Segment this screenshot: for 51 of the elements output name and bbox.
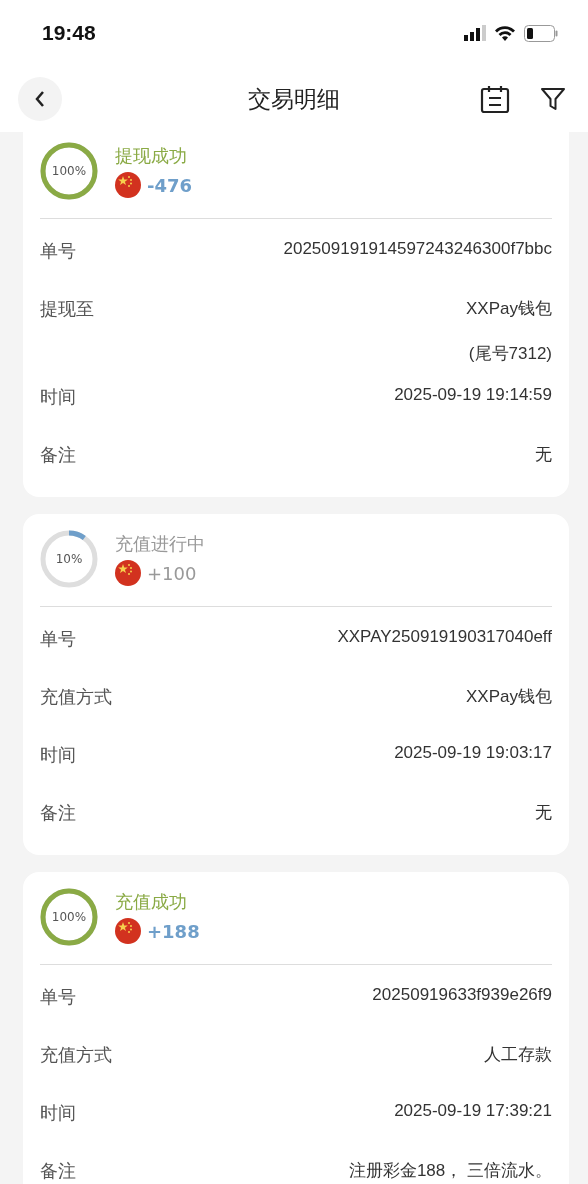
field-label: 时间 — [40, 385, 76, 409]
field-label: 单号 — [40, 627, 76, 651]
progress-ring — [40, 142, 98, 200]
transaction-status: 充值进行中 — [115, 532, 205, 556]
progress-percent: 100% — [51, 164, 87, 178]
filter-icon — [540, 86, 566, 112]
page-title: 交易明细 — [248, 84, 340, 114]
wifi-icon — [494, 25, 516, 41]
field-value: (尾号7312) — [468, 343, 552, 365]
field-value: 2025-09-19 19:14:59 — [394, 385, 552, 405]
filter-button[interactable] — [540, 86, 566, 112]
field-label: 充值方式 — [40, 685, 112, 709]
field-label: 备注 — [40, 1159, 76, 1183]
calendar-icon — [480, 84, 510, 114]
field-value: 注册彩金188， 三倍流水。 — [348, 1160, 552, 1182]
field-value: 无 — [535, 802, 552, 824]
field-value: 2025-09-19 17:39:21 — [394, 1101, 552, 1121]
field-value: XXPay钱包 — [466, 686, 552, 708]
progress-percent: 100% — [51, 910, 87, 924]
field-value: XXPAY250919190317040eff — [337, 627, 552, 647]
back-icon — [33, 90, 47, 108]
flag-icon — [115, 918, 141, 944]
field-value: XXPay钱包 — [466, 298, 552, 320]
field-label: 时间 — [40, 743, 76, 767]
flag-icon — [115, 560, 141, 586]
back-button[interactable] — [18, 77, 62, 121]
field-value: 无 — [535, 444, 552, 466]
calendar-button[interactable] — [480, 84, 510, 114]
progress-percent: 10% — [55, 552, 83, 566]
battery-icon — [524, 24, 558, 42]
field-label: 充值方式 — [40, 1043, 112, 1067]
field-label: 备注 — [40, 801, 76, 825]
transaction-status: 充值成功 — [115, 890, 188, 914]
field-label: 时间 — [40, 1101, 76, 1125]
field-value: 人工存款 — [484, 1044, 552, 1066]
progress-ring — [40, 530, 98, 588]
field-value: 202509191914597243246300f7bbc — [283, 239, 552, 259]
flag-icon — [115, 172, 141, 198]
field-label: 单号 — [40, 985, 76, 1009]
status-time: 19:48 — [42, 21, 96, 45]
field-label: 提现至 — [40, 297, 94, 321]
progress-ring — [40, 888, 98, 946]
transaction-amount: -476 — [147, 174, 193, 196]
field-value: 20250919633f939e26f9 — [372, 985, 552, 1005]
signal-icon — [464, 25, 486, 41]
field-label: 备注 — [40, 443, 76, 467]
field-value: 2025-09-19 19:03:17 — [394, 743, 552, 763]
transaction-status: 提现成功 — [115, 144, 188, 168]
transaction-amount: +100 — [147, 562, 197, 584]
transaction-amount: +188 — [147, 920, 200, 942]
field-label: 单号 — [40, 239, 76, 263]
